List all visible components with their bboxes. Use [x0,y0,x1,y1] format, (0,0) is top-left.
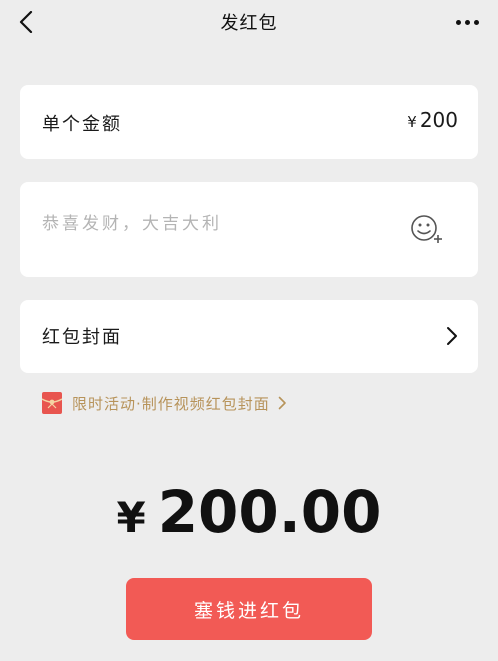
chevron-right-icon [447,327,457,345]
amount-value[interactable]: ¥ 200 [407,108,458,132]
total-currency: ¥ [116,493,146,542]
cover-label: 红包封面 [42,327,122,348]
amount-card[interactable]: 单个金额 ¥ 200 [20,85,478,159]
wish-input[interactable] [42,214,402,234]
page-title: 发红包 [220,13,278,34]
promo-link[interactable]: 限时活动·制作视频红包封面 [42,390,287,416]
more-dots-icon [455,19,461,25]
red-packet-cover-row[interactable]: 红包封面 [20,300,478,373]
emoji-add-icon[interactable] [410,214,444,244]
amount-label: 单个金额 [42,114,122,135]
send-red-packet-button[interactable]: 塞钱进红包 [126,578,372,640]
promo-text: 限时活动·制作视频红包封面 [72,394,270,413]
navigation-bar: 发红包 [0,0,498,44]
total-value: 200.00 [157,478,382,546]
amount-number: 200 [419,108,458,132]
more-button[interactable] [450,10,484,34]
wish-card [20,182,478,277]
chevron-right-small-icon [278,396,286,410]
total-amount: ¥ 200.00 [0,478,498,546]
amount-currency: ¥ [407,113,417,131]
gift-icon [42,392,62,414]
